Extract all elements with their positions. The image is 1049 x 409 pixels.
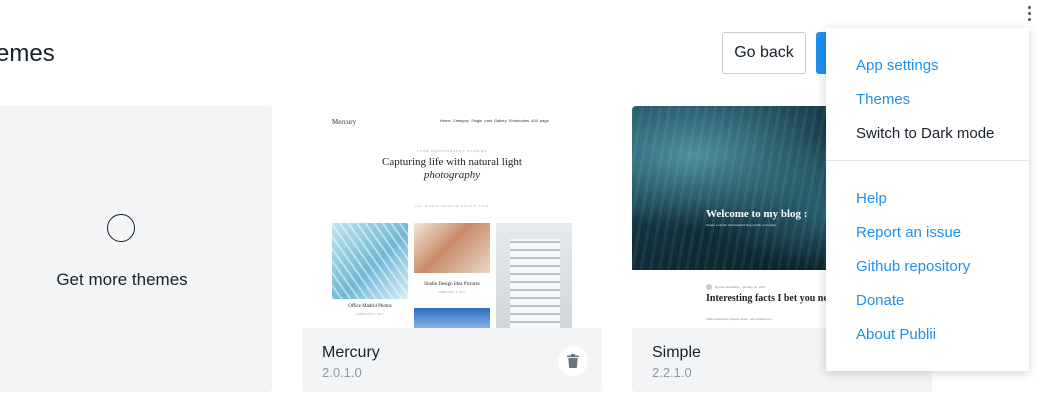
get-more-themes-card[interactable] [0, 106, 272, 392]
menu-item-app-settings[interactable]: App settings [856, 57, 939, 74]
menu-item-help[interactable]: Help [856, 190, 887, 207]
preview-subtitle: Create a simple and beautiful blog quick… [706, 223, 777, 227]
preview-title: Welcome to my blog : [706, 208, 808, 220]
menu-item-github[interactable]: Github repository [856, 258, 970, 275]
theme-name: Mercury [322, 344, 380, 361]
preview-image-sky [414, 308, 490, 328]
app-menu-dropdown: App settings Themes Switch to Dark mode … [826, 28, 1029, 371]
theme-version: 2.0.1.0 [322, 365, 362, 380]
preview-image-tower [496, 223, 572, 328]
preview-image-architecture [414, 223, 490, 273]
delete-theme-button[interactable] [558, 346, 588, 376]
theme-preview-mercury: Mercury Home Category Single post Galler… [302, 106, 602, 329]
preview-nav: Home Category Single post Gallery Shortc… [440, 118, 549, 123]
menu-item-report-issue[interactable]: Report an issue [856, 224, 961, 241]
menu-item-themes[interactable]: Themes [856, 91, 910, 108]
menu-item-donate[interactable]: Donate [856, 292, 904, 309]
menu-divider [826, 160, 1029, 161]
preview-image-building [332, 223, 408, 299]
preview-tags: ALL MUSIC PEOPLE PHOTO TIPS [414, 204, 490, 208]
theme-card-footer: Mercury 2.0.1.0 [302, 328, 602, 392]
page-title: emes [0, 40, 55, 67]
preview-caption: Studio Design Idea Pictures FEBRUARY 3, … [424, 282, 480, 294]
trash-icon [567, 354, 579, 368]
preview-logo: Mercury [332, 118, 357, 126]
menu-item-dark-mode[interactable]: Switch to Dark mode [856, 125, 994, 142]
theme-version: 2.2.1.0 [652, 365, 692, 380]
preview-meta: Nguyen Sebastian · January 20, 2019 [706, 284, 765, 290]
menu-item-about[interactable]: About Publii [856, 326, 936, 343]
theme-name: Simple [652, 344, 701, 361]
theme-card-mercury[interactable]: Mercury Home Category Single post Galler… [302, 106, 602, 392]
preview-kicker: YOUR PHOTOGRAPHY STORIES [416, 149, 488, 153]
more-vertical-icon[interactable] [1020, 4, 1038, 22]
go-back-button[interactable]: Go back [722, 32, 806, 74]
preview-headline: Capturing life with natural light photog… [382, 156, 522, 181]
preview-excerpt: Tellus sollicitudin posuere libero, nec … [706, 317, 774, 321]
preview-caption: Office Madrid Photos FEBRUARY 3, 2017 [348, 304, 392, 316]
